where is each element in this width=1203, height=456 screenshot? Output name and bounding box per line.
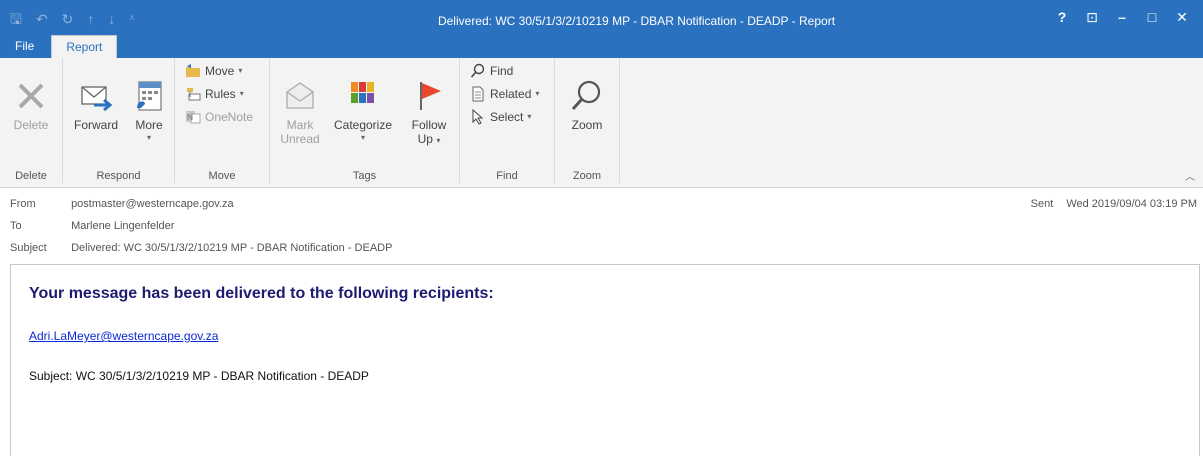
- forward-label: Forward: [73, 118, 118, 132]
- recipient-link[interactable]: Adri.LaMeyer@westerncape.gov.za: [29, 329, 218, 343]
- more-respond-icon: [137, 81, 162, 111]
- group-label-find: Find: [496, 170, 518, 182]
- related-label: Related: [490, 87, 532, 101]
- zoom-label: Zoom: [571, 118, 603, 132]
- sent-label: Sent: [1030, 198, 1054, 210]
- mark-unread-label-2: Unread: [280, 132, 320, 146]
- window-controls: ? ⊡ – □ ✕: [1047, 6, 1197, 28]
- group-zoom: Zoom Zoom: [555, 58, 620, 183]
- chevron-down-icon: ▾: [436, 136, 441, 145]
- find-button[interactable]: Find: [470, 60, 513, 82]
- delete-label: Delete: [13, 118, 49, 132]
- group-label-zoom: Zoom: [572, 170, 602, 182]
- related-icon: [472, 86, 484, 102]
- subject-label: Subject: [10, 242, 47, 254]
- rules-label: Rules: [205, 87, 236, 101]
- ribbon-tabs: File Report: [0, 35, 118, 58]
- zoom-icon: [571, 80, 601, 111]
- maximize-button[interactable]: □: [1137, 6, 1167, 28]
- sent-value: Wed 2019/09/04 03:19 PM: [1066, 198, 1197, 210]
- subject-row: Subject Delivered: WC 30/5/1/3/2/10219 M…: [10, 242, 392, 254]
- delivery-heading: Your message has been delivered to the f…: [29, 285, 494, 302]
- chevron-down-icon: ▾: [535, 89, 540, 98]
- move-folder-icon: [186, 64, 200, 77]
- move-button[interactable]: Move ▾: [185, 60, 242, 82]
- tab-report[interactable]: Report: [51, 35, 118, 58]
- follow-up-button[interactable]: Follow Up ▾: [404, 78, 454, 146]
- title-bar: 🖫 ↶ ↻ ↑ ↓ ⩡ Delivered: WC 30/5/1/3/2/102…: [0, 0, 1203, 58]
- more-respond-label: More: [135, 118, 163, 132]
- forward-button[interactable]: Forward: [67, 78, 125, 132]
- help-button[interactable]: ?: [1047, 6, 1077, 28]
- flag-icon: [420, 82, 441, 110]
- group-move: Move ▾ Rules ▾ OneNote Move: [175, 58, 270, 183]
- search-icon: [470, 63, 485, 78]
- from-label: From: [10, 198, 36, 210]
- close-button[interactable]: ✕: [1167, 6, 1197, 28]
- ribbon-display-options-button[interactable]: ⊡: [1077, 6, 1107, 28]
- tab-file[interactable]: File: [2, 35, 47, 58]
- mark-unread-label-1: Mark: [286, 118, 314, 132]
- sent-row: Sent Wed 2019/09/04 03:19 PM: [1031, 198, 1197, 210]
- group-label-tags: Tags: [352, 170, 377, 182]
- chevron-down-icon: ▾: [146, 133, 151, 142]
- group-label-respond: Respond: [96, 170, 141, 182]
- delete-button[interactable]: Delete: [6, 78, 56, 132]
- follow-up-label-1: Follow: [411, 118, 447, 132]
- chevron-down-icon: ▾: [360, 133, 365, 142]
- group-tags: Mark Unread Categorize ▾ Follow Up ▾ Tag…: [270, 58, 460, 183]
- chevron-down-icon: ▾: [238, 66, 243, 75]
- to-label: To: [10, 220, 22, 232]
- ribbon: Delete Delete Forward More ▾ Respond Mov…: [0, 58, 1203, 188]
- to-row: To Marlene Lingenfelder: [10, 220, 174, 232]
- cursor-icon: [472, 109, 484, 125]
- group-respond: Forward More ▾ Respond: [63, 58, 175, 183]
- delete-x-icon: [18, 83, 44, 109]
- rules-icon: [187, 88, 201, 101]
- categorize-icon: [351, 82, 374, 103]
- select-label: Select: [490, 110, 524, 124]
- message-body[interactable]: Your message has been delivered to the f…: [10, 264, 1200, 456]
- from-row: From postmaster@westerncape.gov.za: [10, 198, 234, 210]
- mark-unread-icon: [286, 82, 314, 109]
- onenote-label: OneNote: [205, 110, 254, 124]
- group-label-move: Move: [208, 170, 236, 182]
- mark-unread-button[interactable]: Mark Unread: [278, 78, 322, 146]
- collapse-ribbon-icon[interactable]: ︿: [1185, 168, 1195, 183]
- select-button[interactable]: Select ▾: [470, 106, 531, 128]
- chevron-down-icon: ▾: [239, 89, 244, 98]
- to-value[interactable]: Marlene Lingenfelder: [71, 220, 174, 232]
- zoom-button[interactable]: Zoom: [563, 78, 611, 132]
- categorize-button[interactable]: Categorize ▾: [326, 78, 400, 142]
- forward-icon: [81, 86, 113, 112]
- rules-button[interactable]: Rules ▾: [185, 83, 244, 105]
- group-delete: Delete Delete: [0, 58, 63, 183]
- onenote-icon: [186, 111, 201, 124]
- minimize-button[interactable]: –: [1107, 6, 1137, 28]
- group-find: Find Related ▾ Select ▾ Find: [460, 58, 555, 183]
- window-title: Delivered: WC 30/5/1/3/2/10219 MP - DBAR…: [437, 14, 836, 28]
- follow-up-label-2: Up: [417, 132, 433, 146]
- subject-value: Delivered: WC 30/5/1/3/2/10219 MP - DBAR…: [71, 242, 393, 254]
- related-button[interactable]: Related ▾: [470, 83, 539, 105]
- onenote-button[interactable]: OneNote: [185, 106, 253, 128]
- group-label-delete: Delete: [15, 170, 47, 182]
- find-label: Find: [490, 64, 514, 78]
- from-value[interactable]: postmaster@westerncape.gov.za: [71, 198, 234, 210]
- chevron-down-icon: ▾: [527, 112, 532, 121]
- categorize-label: Categorize: [333, 118, 393, 132]
- more-respond-button[interactable]: More ▾: [127, 78, 171, 142]
- delivered-subject: Subject: WC 30/5/1/3/2/10219 MP - DBAR N…: [29, 369, 369, 383]
- move-label: Move: [205, 64, 235, 78]
